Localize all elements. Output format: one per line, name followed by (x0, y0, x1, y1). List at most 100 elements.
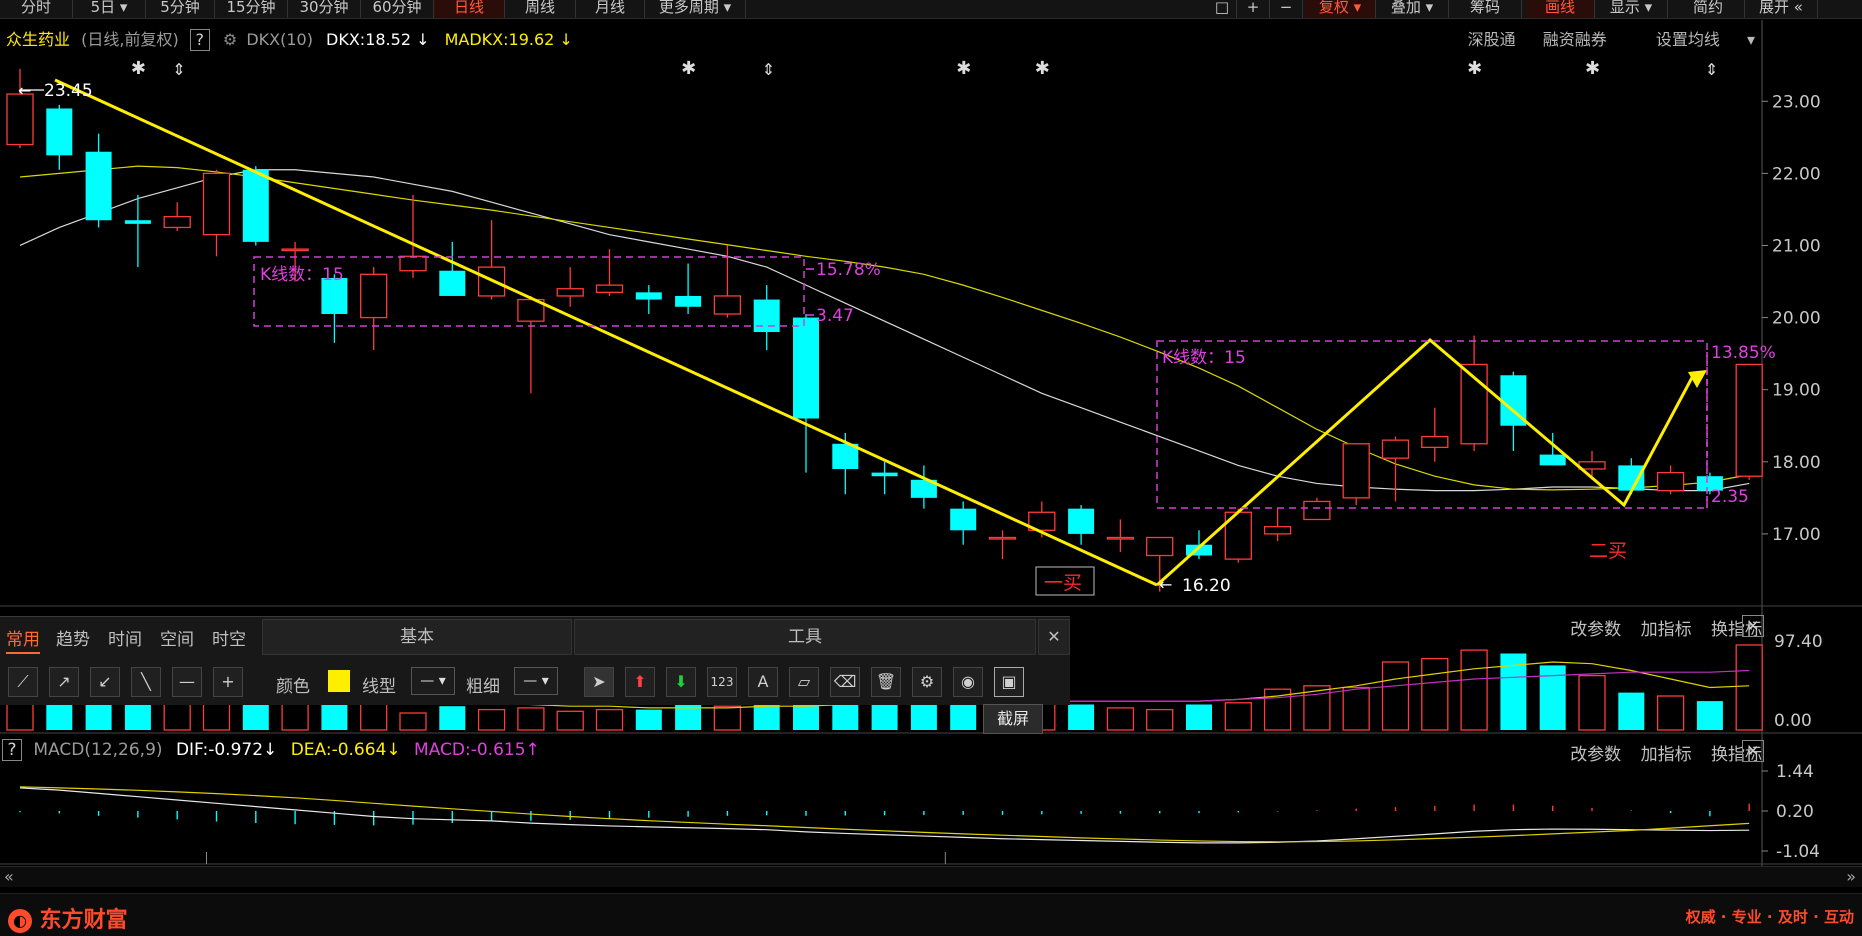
volume-bar (1735, 644, 1763, 731)
candle-body (871, 472, 898, 477)
tool-tab-trend[interactable]: 趋势 (56, 625, 90, 650)
candle (1735, 363, 1763, 480)
diagonal-line-icon[interactable]: ╲ (131, 667, 161, 697)
gear-icon[interactable]: ⚙ (912, 667, 942, 697)
volume-tick-label: 0.00 (1774, 711, 1812, 731)
price-tick-label: 21.00 (1772, 236, 1821, 256)
candle (202, 169, 231, 257)
candle (1460, 335, 1488, 451)
low-arrow-head: ← (1159, 575, 1172, 594)
candle-body (635, 292, 662, 300)
arrow-line-icon[interactable]: ↙ (90, 667, 120, 697)
volume-tick-label: 97.40 (1774, 632, 1823, 652)
candle-body (1539, 454, 1566, 466)
dkx-lines (19, 165, 1750, 492)
macd-name[interactable]: MACD(12,26,9) (33, 740, 162, 760)
trash-icon[interactable]: 🗑 (871, 667, 901, 697)
candles (6, 68, 1763, 592)
close-icon[interactable]: ✕ (1742, 615, 1764, 637)
high-arrow-head: ← (18, 81, 31, 100)
macd-help-icon[interactable]: ? (2, 739, 22, 761)
vol-change-params-button[interactable]: 改参数 (1570, 620, 1621, 640)
volume-bar (1146, 708, 1174, 731)
candle-body (163, 215, 191, 229)
macd-add-indicator-button[interactable]: 加指标 (1641, 745, 1692, 765)
close-icon[interactable]: ✕ (1742, 740, 1764, 762)
volume-bar (1186, 704, 1212, 730)
line-type-select[interactable]: — ▾ (411, 667, 455, 695)
volume-bar (1224, 702, 1252, 731)
star-icon: ✱ (681, 58, 696, 79)
candle-body (202, 172, 231, 236)
volume-bar (595, 708, 624, 731)
volume-bar (635, 709, 662, 730)
star-icon: ✱ (131, 58, 146, 79)
volume-bar (675, 702, 702, 730)
eye-icon[interactable]: ◉ (953, 667, 983, 697)
chevrons-left-icon[interactable]: « (4, 867, 14, 886)
k2-val-label: 2.35 (1711, 487, 1749, 507)
tool-tab-common[interactable]: 常用 (6, 625, 40, 654)
low-label: 16.20 (1182, 576, 1231, 596)
candle (595, 249, 624, 296)
star-icon: ✱ (1467, 58, 1482, 79)
time-scrollbar[interactable]: « » (0, 866, 1862, 887)
volume-bar (1421, 657, 1449, 731)
candle-body (1303, 500, 1331, 521)
crosshair-icon[interactable]: + (213, 667, 243, 697)
candle (635, 285, 662, 314)
macd-indicator-buttons: 改参数 加指标 换指标 (1556, 740, 1762, 765)
k2-pct-label: 13.85% (1711, 343, 1776, 363)
ruler-icon[interactable]: ▱ (789, 667, 819, 697)
candle (46, 104, 73, 170)
candle (793, 313, 819, 473)
volume-bar (439, 706, 466, 730)
ray-icon[interactable]: ↗ (49, 667, 79, 697)
brand-name: 东方财富 (39, 908, 128, 933)
color-swatch[interactable] (328, 670, 350, 692)
tool-tab-time[interactable]: 时间 (108, 625, 142, 650)
price-tick-label: 22.00 (1772, 164, 1821, 184)
candle-body (753, 299, 780, 332)
tool-tab-spacetime[interactable]: 时空 (212, 625, 246, 650)
event-markers: ✱ ✱ ✱ ✱ ✱ ✱ ⇕ ⇕ ⇕ (131, 58, 1718, 79)
eraser-icon[interactable]: ⌫ (830, 667, 860, 697)
candle (910, 465, 937, 509)
macd-change-params-button[interactable]: 改参数 (1570, 745, 1621, 765)
candle-body (1656, 471, 1685, 492)
candle-body (675, 295, 702, 307)
close-icon[interactable]: ✕ (1038, 619, 1070, 655)
down-arrow-icon[interactable]: ⬇ (666, 667, 696, 697)
text-icon[interactable]: A (748, 667, 778, 697)
downtrend-line[interactable] (54, 78, 1158, 587)
candle-body (124, 220, 151, 224)
dea-value: DEA:-0.664 (290, 740, 387, 760)
screenshot-icon[interactable]: ▣ (994, 667, 1024, 697)
horizontal-line-icon[interactable]: — (172, 667, 202, 697)
candle (1106, 519, 1135, 552)
candle (1224, 508, 1252, 563)
tool-tab-space[interactable]: 空间 (160, 625, 194, 650)
candle-body (439, 270, 466, 296)
chevrons-right-icon[interactable]: » (1846, 867, 1856, 886)
candle (871, 461, 898, 495)
candle (1578, 450, 1606, 480)
candle-body (1735, 363, 1763, 477)
candle (1421, 407, 1449, 462)
candle (1263, 508, 1292, 542)
vol-add-indicator-button[interactable]: 加指标 (1641, 620, 1692, 640)
candle (439, 241, 466, 296)
k1-val-label: 3.47 (816, 306, 854, 326)
pointer-icon[interactable]: ➤ (584, 667, 614, 697)
macd-arrow: ↑ (525, 740, 540, 760)
candle (675, 263, 702, 314)
candle (753, 285, 780, 351)
line-segment-icon[interactable]: ⟋ (8, 667, 38, 697)
counter-icon[interactable]: 123 (707, 667, 737, 697)
thickness-select[interactable]: — ▾ (514, 667, 558, 695)
volume-bar (1696, 701, 1723, 730)
volume-bar (1068, 704, 1095, 730)
price-tick-label: 18.00 (1772, 453, 1821, 473)
up-arrow-icon[interactable]: ⬆ (625, 667, 655, 697)
madkx-line (19, 165, 1750, 491)
